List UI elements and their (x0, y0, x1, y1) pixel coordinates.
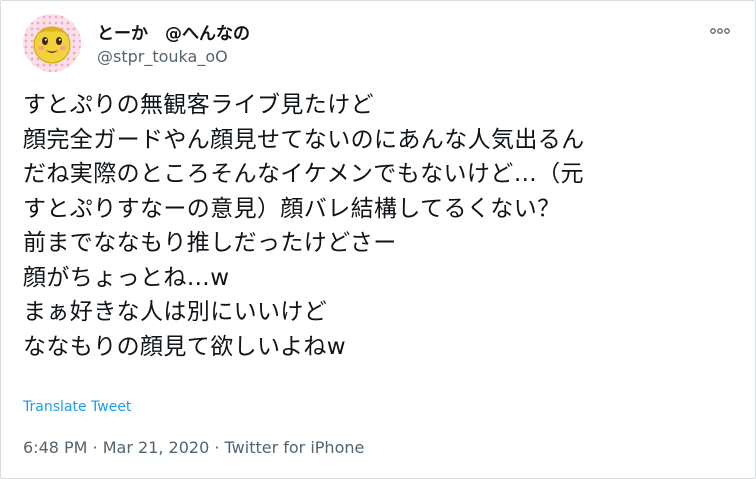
translate-tweet-link[interactable]: Translate Tweet (23, 399, 131, 415)
meta-separator: · (209, 438, 225, 457)
tweet-card: とーか @へんなの @stpr_touka_oO すとぷりの無観客ライブ見たけど… (0, 0, 756, 479)
tweet-source[interactable]: Twitter for iPhone (225, 438, 365, 457)
tweet-time[interactable]: 6:48 PM (23, 438, 87, 457)
tweet-line: すとぷりの無観客ライブ見たけど (23, 92, 374, 118)
meta-separator: · (87, 438, 103, 457)
tweet-date[interactable]: Mar 21, 2020 (103, 438, 210, 457)
tweet-line: だね実際のところそんなイケメンでもないけど…（元 (23, 161, 584, 187)
tweet-line: ななもりの顔見て欲しいよねw (23, 333, 346, 360)
author-handle[interactable]: @stpr_touka_oO (97, 47, 228, 66)
tweet-line: まぁ好きな人は別にいいけど (23, 299, 328, 325)
tweet-line: すとぷりすなーの意見）顔バレ結構してるくない？ (23, 195, 561, 222)
author-display-name[interactable]: とーか @へんなの (97, 19, 250, 44)
cartoon-face-icon (23, 14, 81, 72)
more-horizontal-icon[interactable] (709, 23, 731, 37)
tweet-line: 前までななもり推しだったけどさー (23, 230, 397, 256)
tweet-line: 顔完全ガードやん顔見せてないのにあんな人気出るん (23, 126, 585, 153)
tweet-line: 顔がちょっとね…w (23, 264, 230, 291)
tweet-text: すとぷりの無観客ライブ見たけど 顔完全ガードやん顔見せてないのにあんな人気出るん… (23, 88, 743, 364)
avatar[interactable] (23, 14, 81, 72)
tweet-metadata: 6:48 PM · Mar 21, 2020 · Twitter for iPh… (23, 438, 364, 457)
